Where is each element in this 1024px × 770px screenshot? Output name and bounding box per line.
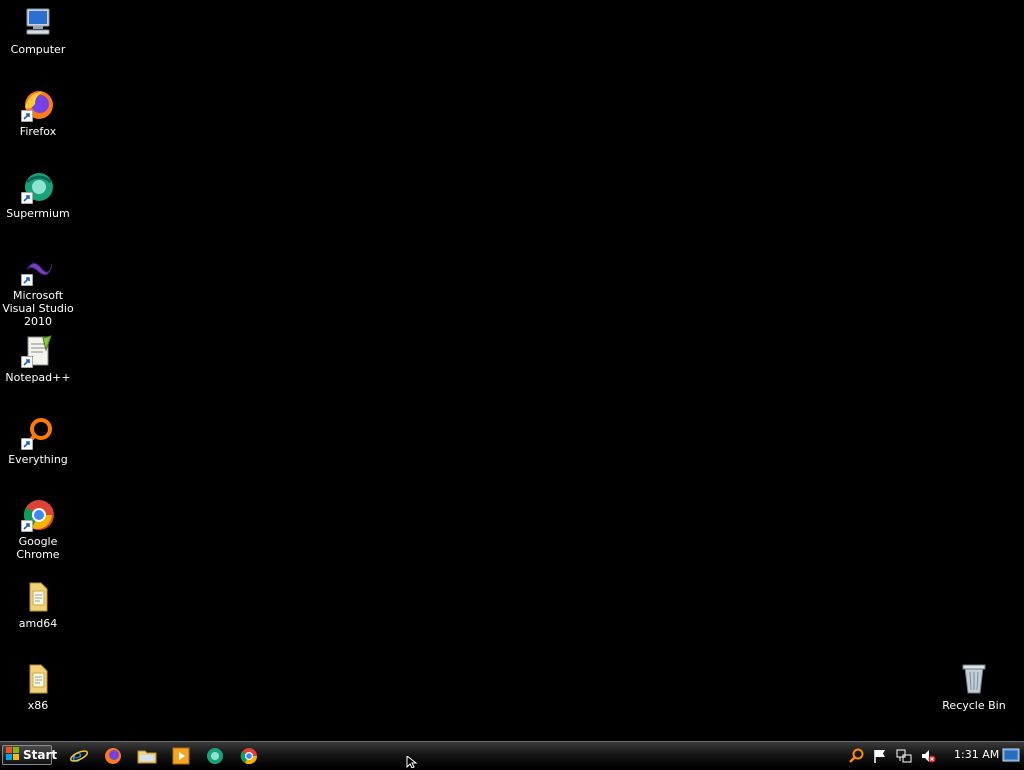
desktop-icon-label: Computer	[10, 43, 66, 56]
desktop-icon-supermium[interactable]: Supermium	[0, 170, 76, 220]
recycle-bin-icon	[957, 662, 991, 696]
chrome-icon	[21, 498, 55, 532]
file-explorer-icon[interactable]	[137, 746, 157, 766]
desktop-icon-label: amd64	[18, 617, 58, 630]
internet-explorer-icon[interactable]: e	[69, 746, 89, 767]
desktop-icon-label: Supermium	[6, 207, 70, 220]
desktop[interactable]: Computer Firefox Supermium Microsoft Vis…	[0, 0, 1024, 741]
desktop-icon-label: Google Chrome	[16, 535, 60, 561]
shortcut-arrow-icon	[21, 110, 33, 122]
clock[interactable]: 1:31 AM	[954, 748, 999, 762]
desktop-icon-recycle-bin[interactable]: Recycle Bin	[936, 662, 1012, 712]
chrome-icon[interactable]	[239, 746, 259, 766]
everything-icon	[21, 416, 55, 450]
desktop-icon-visual-studio[interactable]: Microsoft Visual Studio 2010	[0, 252, 76, 328]
shortcut-arrow-icon	[21, 274, 33, 286]
folder-icon	[21, 662, 55, 696]
shortcut-arrow-icon	[21, 520, 33, 532]
desktop-icon-label: Everything	[8, 453, 68, 466]
desktop-icon-notepad-plus-plus[interactable]: Notepad++	[0, 334, 76, 384]
desktop-icon-computer[interactable]: Computer	[0, 6, 76, 56]
firefox-icon[interactable]	[103, 746, 123, 766]
action-center-flag-icon[interactable]	[872, 748, 888, 764]
shortcut-arrow-icon	[21, 192, 33, 204]
desktop-icon-label: x86	[27, 699, 49, 712]
show-desktop-icon[interactable]	[1002, 747, 1020, 763]
desktop-icon-firefox[interactable]: Firefox	[0, 88, 76, 138]
desktop-icon-label: Recycle Bin	[942, 699, 1006, 712]
folder-icon	[21, 580, 55, 614]
svg-text:e: e	[72, 747, 82, 766]
desktop-icon-x86[interactable]: x86	[0, 662, 76, 712]
mouse-cursor-icon	[406, 756, 418, 768]
visual-studio-icon	[21, 252, 55, 286]
notepad-plus-plus-icon	[21, 334, 55, 368]
media-player-icon[interactable]	[171, 746, 191, 766]
desktop-icon-google-chrome[interactable]: Google Chrome	[0, 498, 76, 561]
start-button[interactable]: Start	[2, 745, 57, 765]
taskbar: Start e 1:31 AM	[0, 741, 1024, 768]
supermium-icon[interactable]	[205, 746, 225, 766]
supermium-icon	[21, 170, 55, 204]
desktop-icon-amd64[interactable]: amd64	[0, 580, 76, 630]
search-icon[interactable]	[848, 748, 864, 764]
volume-muted-icon[interactable]	[920, 748, 936, 764]
desktop-icon-label: Firefox	[19, 125, 57, 138]
network-icon[interactable]	[896, 748, 912, 764]
desktop-icon-label: Notepad++	[5, 371, 71, 384]
firefox-icon	[21, 88, 55, 122]
windows-logo-icon	[6, 746, 20, 764]
computer-icon	[21, 6, 55, 40]
start-label: Start	[23, 748, 58, 762]
shortcut-arrow-icon	[21, 356, 33, 368]
shortcut-arrow-icon	[21, 438, 33, 450]
desktop-icon-everything[interactable]: Everything	[0, 416, 76, 466]
desktop-icon-label: Microsoft Visual Studio 2010	[2, 289, 74, 328]
